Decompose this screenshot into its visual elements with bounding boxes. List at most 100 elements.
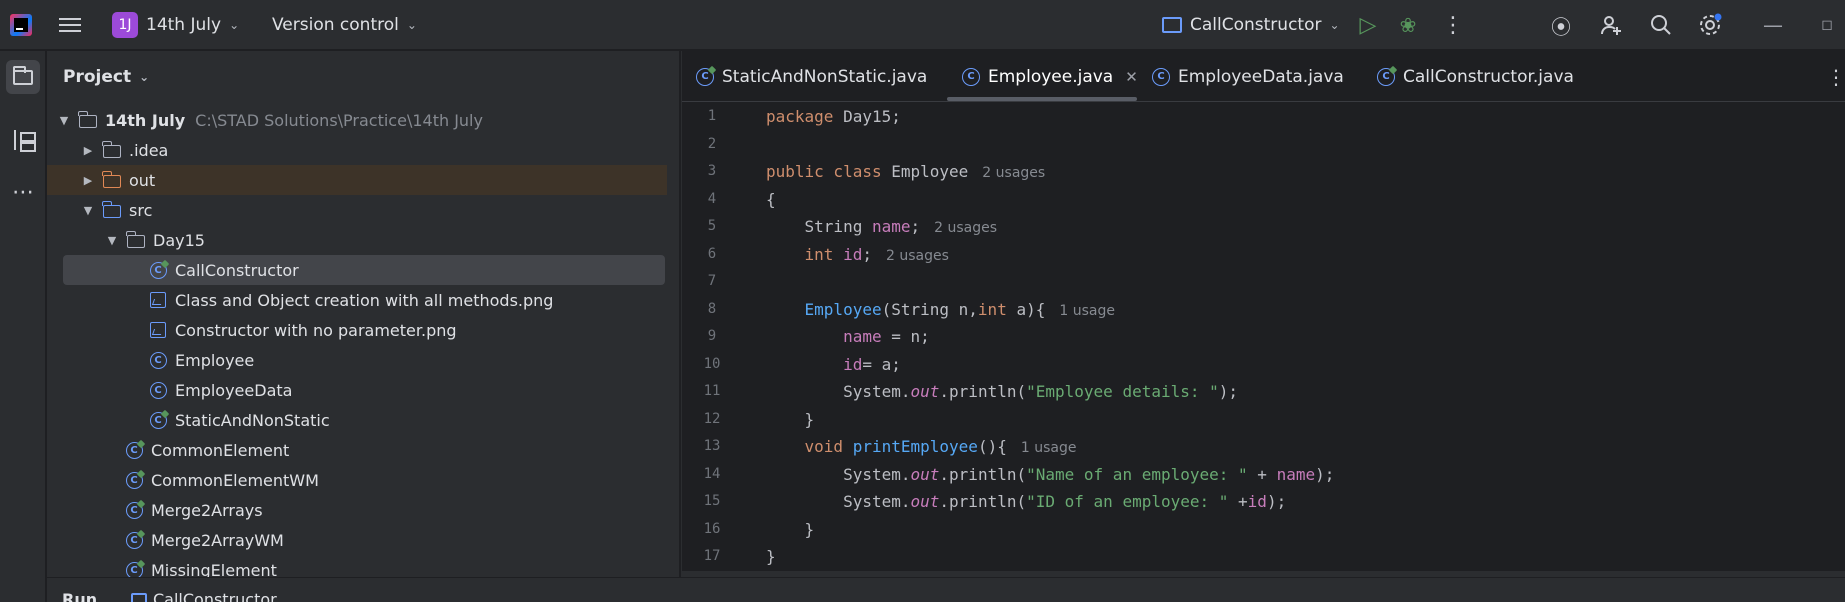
active-tab-indicator <box>947 97 1137 101</box>
chevron-down-icon[interactable]: ▼ <box>81 204 95 217</box>
code-line: id= a; <box>766 351 901 378</box>
more-tools-icon[interactable]: ⋯ <box>6 175 40 209</box>
version-control-menu[interactable]: Version control ⌄ <box>272 0 417 50</box>
tool-window-strip: ⋯ <box>0 51 46 602</box>
usage-hint[interactable]: 2 usages <box>934 220 997 236</box>
settings-icon[interactable] <box>1697 0 1723 50</box>
main-menu-icon[interactable] <box>58 0 82 50</box>
line-number: 4 <box>707 190 717 207</box>
excluded-folder-icon <box>102 171 121 189</box>
line-number: 7 <box>707 273 717 289</box>
usage-hint[interactable]: 1 usage <box>1059 303 1115 319</box>
close-icon[interactable]: ✕ <box>1125 68 1138 86</box>
tree-item-merge2arraywm[interactable]: C Merge2ArrayWM <box>47 525 667 555</box>
run-config-icon <box>131 593 147 602</box>
structure-tool-icon[interactable] <box>6 123 40 157</box>
code-token: "Employee details: " <box>1026 382 1219 401</box>
code-line: System.out.println("Employee details: ")… <box>766 378 1238 405</box>
code-token: } <box>766 409 815 429</box>
code-token: System. <box>766 382 911 401</box>
tree-item-label: CommonElementWM <box>151 470 319 490</box>
image-file-icon <box>149 291 167 309</box>
project-panel-header[interactable]: Project ⌄ <box>63 51 149 103</box>
code-token: .println( <box>939 464 1027 484</box>
line-number: 8 <box>707 300 717 317</box>
code-token: ); <box>1266 492 1287 511</box>
code-line: System.out.println("ID of an employee: "… <box>766 488 1286 515</box>
tree-item-callconstructor[interactable]: C CallConstructor <box>63 255 665 285</box>
tree-item-idea[interactable]: ▶ .idea <box>47 135 667 165</box>
chevron-down-icon: ⌄ <box>139 70 150 84</box>
tree-item-day15[interactable]: ▼ Day15 <box>47 225 667 255</box>
code-with-me-icon[interactable] <box>1598 0 1624 50</box>
chevron-right-icon[interactable]: ▶ <box>81 174 95 187</box>
tree-item-merge2arrays[interactable]: C Merge2Arrays <box>47 495 667 525</box>
code-token: id <box>843 244 863 264</box>
code-token: Day15; <box>833 107 901 126</box>
usage-hint[interactable]: 1 usage <box>1021 440 1077 456</box>
tab-label: CallConstructor.java <box>1403 66 1574 87</box>
project-path: C:\STAD Solutions\Practice\14th July <box>195 110 483 130</box>
usage-hint[interactable]: 2 usages <box>982 165 1045 181</box>
line-number: 1 <box>707 108 717 124</box>
chevron-down-icon[interactable]: ▼ <box>105 234 119 247</box>
usage-hint[interactable]: 2 usages <box>886 248 949 264</box>
ai-assistant-icon[interactable]: ⦿ <box>1548 0 1574 50</box>
tab-employeedata[interactable]: C EmployeeData.java <box>1152 51 1344 102</box>
tree-item-employeedata[interactable]: C EmployeeData <box>47 375 667 405</box>
run-tool-label[interactable]: Run <box>62 590 97 602</box>
tree-item-label: Merge2ArrayWM <box>151 530 284 550</box>
code-token: = a; <box>862 354 901 374</box>
tree-item-label: Class and Object creation with all metho… <box>175 290 554 310</box>
tree-item-label: Constructor with no parameter.png <box>175 320 457 340</box>
java-main-class-icon: C <box>125 441 143 459</box>
tree-item-png-class-object[interactable]: Class and Object creation with all metho… <box>47 285 667 315</box>
more-actions-icon[interactable]: ⋮ <box>1440 0 1466 50</box>
tree-item-employee[interactable]: C Employee <box>47 345 667 375</box>
code-line: } <box>766 406 815 433</box>
tree-item-project-root[interactable]: ▼ 14th July C:\STAD Solutions\Practice\1… <box>47 105 667 135</box>
code-token: void <box>766 437 853 456</box>
code-token: = n; <box>881 327 930 346</box>
java-main-class-icon: C <box>125 531 143 549</box>
run-config-selector[interactable]: CallConstructor ⌄ <box>1162 0 1340 50</box>
tree-item-src[interactable]: ▼ src <box>47 195 667 225</box>
project-tool-icon[interactable] <box>6 60 40 94</box>
code-token: "ID of an employee: " <box>1026 492 1229 511</box>
tree-item-label: CallConstructor <box>175 260 299 280</box>
code-token: (){ <box>977 437 1007 456</box>
code-token: id <box>766 354 863 374</box>
run-tab-callconstructor[interactable]: CallConstructor <box>131 590 277 602</box>
code-token: name <box>871 217 911 236</box>
tree-item-png-constructor[interactable]: Constructor with no parameter.png <box>47 315 667 345</box>
code-token: Employee <box>881 162 969 181</box>
code-line: package Day15; <box>766 103 901 130</box>
tree-item-missingelement[interactable]: C MissingElement <box>47 555 667 577</box>
tab-callconstructor[interactable]: C CallConstructor.java <box>1377 51 1574 102</box>
tree-item-out[interactable]: ▶ out <box>47 165 667 195</box>
tree-item-staticandnonstatic[interactable]: C StaticAndNonStatic <box>47 405 667 435</box>
tab-employee[interactable]: C Employee.java ✕ <box>962 51 1138 102</box>
line-number: 5 <box>707 218 717 234</box>
debug-icon[interactable]: ❀ <box>1395 0 1421 50</box>
tab-staticandnonstatic[interactable]: C StaticAndNonStatic.java <box>696 51 927 102</box>
tree-item-commonelementwm[interactable]: C CommonElementWM <box>47 465 667 495</box>
tree-item-commonelement[interactable]: C CommonElement <box>47 435 667 465</box>
project-switcher[interactable]: 1J 14th July ⌄ <box>112 0 239 50</box>
minimize-icon[interactable]: — <box>1760 0 1786 50</box>
code-token: public class <box>766 162 882 181</box>
more-tabs-icon[interactable]: ⋮ <box>1826 65 1845 89</box>
project-name: 14th July <box>146 15 222 35</box>
code-token: ); <box>1315 464 1335 484</box>
code-token: + <box>1247 464 1277 484</box>
search-icon[interactable] <box>1648 0 1674 50</box>
editor-tabs: C StaticAndNonStatic.java C Employee.jav… <box>682 51 1845 102</box>
chevron-down-icon[interactable]: ▼ <box>57 114 71 127</box>
chevron-right-icon[interactable]: ▶ <box>81 144 95 157</box>
restore-icon[interactable]: ◻ <box>1814 0 1840 50</box>
code-token: out <box>910 382 940 401</box>
code-line: public class Employee 2 usages <box>766 158 1045 185</box>
run-icon[interactable]: ▷ <box>1355 0 1381 50</box>
tree-item-label: MissingElement <box>151 560 277 578</box>
app-logo-icon[interactable] <box>10 0 34 50</box>
